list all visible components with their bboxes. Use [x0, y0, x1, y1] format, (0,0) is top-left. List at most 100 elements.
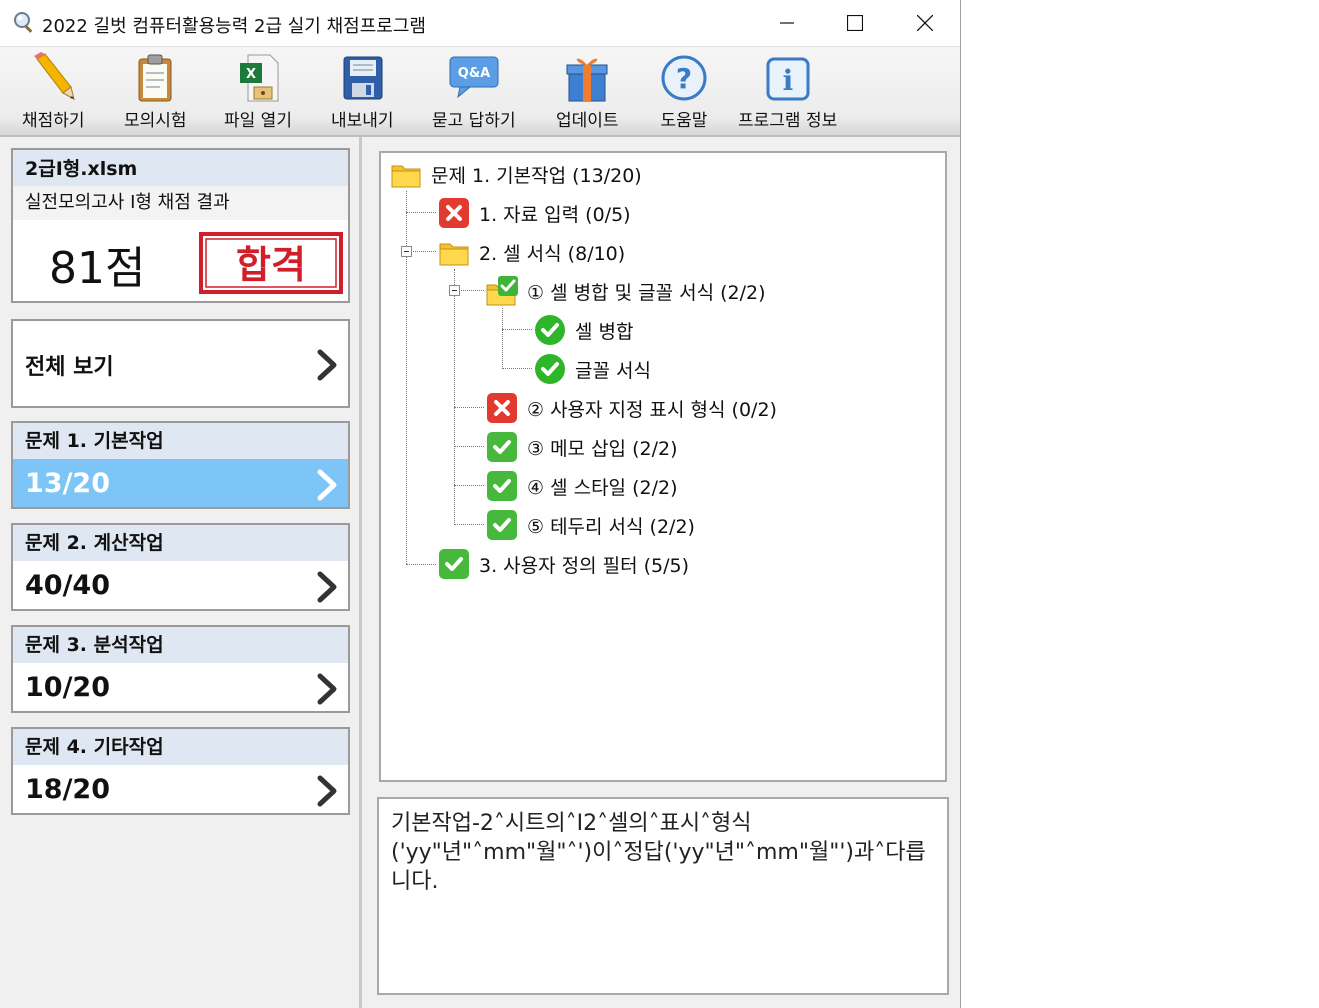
- tree-node-label: 문제 1. 기본작업 (13/20): [431, 164, 642, 187]
- chevron-right-icon: [317, 775, 337, 807]
- excel-file-icon: X: [239, 54, 279, 102]
- tree-node[interactable]: 3. 사용자 정의 필터 (5/5): [437, 547, 689, 581]
- tree-node[interactable]: 2. 셀 서식 (8/10): [437, 235, 625, 269]
- info-icon: i: [766, 57, 810, 101]
- section-card-1[interactable]: 문제 1. 기본작업 13/20: [11, 421, 350, 509]
- toolbar-label: 채점하기: [22, 111, 85, 131]
- tree-node[interactable]: 글꼴 서식: [533, 352, 651, 386]
- toolbar-label: 프로그램 정보: [738, 111, 838, 131]
- open-file-button[interactable]: X 파일 열기: [224, 51, 292, 131]
- tree-node[interactable]: 셀 병합: [533, 313, 633, 347]
- tree-node-label: 2. 셀 서식 (8/10): [479, 242, 626, 265]
- view-all-button[interactable]: 전체 보기: [11, 319, 350, 408]
- gift-icon: [566, 58, 608, 102]
- section-score-value: 18/20: [25, 774, 111, 805]
- toolbar: 채점하기 모의시험 X 파일 열기 내보내기 Q&A 묻고 답하기 업데이트 ?…: [0, 47, 960, 137]
- floppy-disk-icon: [343, 56, 383, 100]
- toolbar-label: 묻고 답하기: [432, 111, 516, 131]
- pass-stamp-frame: 합격: [199, 232, 343, 294]
- pass-check-icon: [487, 510, 517, 540]
- tree-line: [454, 446, 484, 447]
- pass-stamp: 합격: [199, 232, 343, 294]
- qa-button[interactable]: Q&A 묻고 답하기: [432, 51, 516, 131]
- tree-node[interactable]: ⑤ 테두리 서식 (2/2): [485, 508, 695, 542]
- help-icon: ?: [661, 55, 707, 101]
- tree-collapse-toggle[interactable]: [401, 246, 412, 257]
- section-score-value: 40/40: [25, 570, 111, 601]
- tree-collapse-toggle[interactable]: [449, 285, 460, 296]
- clipboard-icon: [138, 54, 172, 102]
- tree-line: [502, 308, 503, 369]
- program-info-button[interactable]: i 프로그램 정보: [738, 51, 837, 131]
- tree-line: [502, 329, 532, 330]
- section-title: 문제 2. 계산작업: [13, 525, 348, 561]
- svg-text:Q&A: Q&A: [458, 66, 490, 81]
- export-button[interactable]: 내보내기: [331, 51, 394, 131]
- tree-node[interactable]: ③ 메모 삽입 (2/2): [485, 430, 677, 464]
- toolbar-label: 업데이트: [556, 111, 619, 131]
- chevron-right-icon: [317, 571, 337, 603]
- tree-node-label: 1. 자료 입력 (0/5): [479, 203, 631, 226]
- svg-text:i: i: [782, 64, 793, 97]
- view-all-label: 전체 보기: [25, 355, 114, 380]
- chevron-right-icon: [317, 349, 337, 381]
- svg-text:X: X: [246, 67, 256, 82]
- minimize-icon: [780, 22, 794, 24]
- exam-name: 실전모의고사 I형 채점 결과: [13, 186, 348, 220]
- tree-line: [454, 524, 484, 525]
- mock-test-button[interactable]: 모의시험: [124, 51, 187, 131]
- tree-node[interactable]: ② 사용자 지정 표시 형식 (0/2): [485, 391, 777, 425]
- tree-line: [454, 485, 484, 486]
- title-bar[interactable]: 2022 길벗 컴퓨터활용능력 2급 실기 채점프로그램: [0, 0, 960, 47]
- tree-node-label: ⑤ 테두리 서식 (2/2): [527, 515, 695, 538]
- toolbar-label: 도움말: [660, 111, 708, 131]
- tree-line: [454, 407, 484, 408]
- tree-node[interactable]: ④ 셀 스타일 (2/2): [485, 469, 677, 503]
- grading-tree-view[interactable]: 문제 1. 기본작업 (13/20) 1. 자료 입력 (0/5) 2. 셀 서…: [379, 151, 947, 782]
- help-button[interactable]: ? 도움말: [656, 51, 712, 131]
- tree-node[interactable]: 1. 자료 입력 (0/5): [437, 196, 631, 230]
- tree-line: [406, 212, 436, 213]
- section-card-3[interactable]: 문제 3. 분석작업 10/20: [11, 625, 350, 713]
- grade-button[interactable]: 채점하기: [22, 51, 85, 131]
- tree-node-label: 셀 병합: [575, 320, 634, 343]
- section-card-4[interactable]: 문제 4. 기타작업 18/20: [11, 727, 350, 815]
- section-score: 13/20: [13, 459, 348, 507]
- update-button[interactable]: 업데이트: [556, 51, 619, 131]
- chevron-right-icon: [317, 673, 337, 705]
- section-card-2[interactable]: 문제 2. 계산작업 40/40: [11, 523, 350, 611]
- section-score: 40/40: [13, 561, 348, 609]
- toolbar-label: 파일 열기: [224, 111, 292, 131]
- section-title: 문제 4. 기타작업: [13, 729, 348, 765]
- tree-node-label: ② 사용자 지정 표시 형식 (0/2): [527, 398, 777, 421]
- section-title: 문제 1. 기본작업: [13, 423, 348, 459]
- tree-node[interactable]: 문제 1. 기본작업 (13/20): [389, 157, 642, 191]
- tree-line: [502, 368, 532, 369]
- app-icon: [14, 12, 33, 33]
- tree-line: [406, 564, 436, 565]
- section-score: 18/20: [13, 765, 348, 813]
- result-message-box[interactable]: 기본작업-2˄시트의˄I2˄셀의˄표시˄형식('yy"년"˄mm"월"˄')이˄…: [377, 797, 949, 995]
- maximize-button[interactable]: [820, 0, 890, 46]
- tree-node[interactable]: ① 셀 병합 및 글꼴 서식 (2/2): [485, 274, 766, 308]
- tree-node-label: 3. 사용자 정의 필터 (5/5): [479, 554, 690, 577]
- tree-line: [454, 269, 455, 525]
- close-button[interactable]: [890, 0, 960, 46]
- toolbar-label: 모의시험: [124, 111, 187, 131]
- folder-icon: [439, 243, 469, 266]
- tree-node-label: ① 셀 병합 및 글꼴 서식 (2/2): [527, 281, 766, 304]
- score-summary-card: 2급I형.xlsm 실전모의고사 I형 채점 결과 81점 합격: [11, 148, 350, 303]
- toolbar-label: 내보내기: [331, 111, 394, 131]
- fail-x-icon: [487, 393, 517, 423]
- folder-check-icon: [486, 276, 518, 306]
- section-title: 문제 3. 분석작업: [13, 627, 348, 663]
- app-window: 2022 길벗 컴퓨터활용능력 2급 실기 채점프로그램 채점하기 모의시험 X…: [0, 0, 961, 1008]
- fail-x-icon: [439, 198, 469, 228]
- qa-icon: Q&A: [449, 56, 499, 99]
- circle-check-icon: [535, 354, 565, 384]
- close-icon: [917, 15, 933, 31]
- tree-node-label: ③ 메모 삽입 (2/2): [527, 437, 678, 460]
- minimize-button[interactable]: [752, 0, 822, 46]
- circle-check-icon: [535, 315, 565, 345]
- section-score-value: 13/20: [25, 468, 111, 499]
